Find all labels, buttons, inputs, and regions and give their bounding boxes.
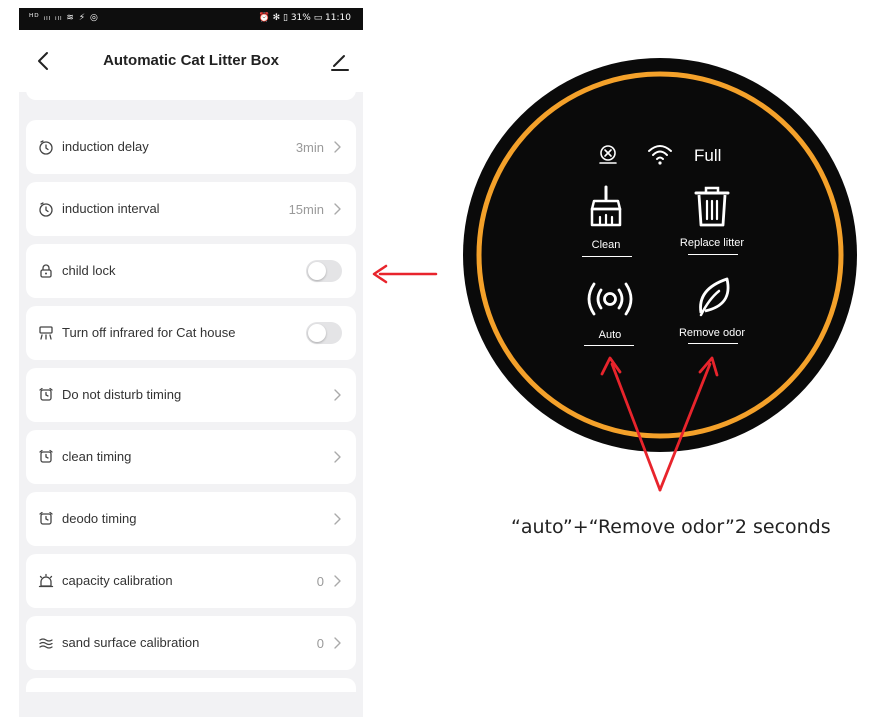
- setting-label: sand surface calibration: [62, 635, 200, 650]
- partial-card-top: [26, 84, 356, 100]
- setting-value: 15min: [288, 202, 324, 217]
- bell-icon: [38, 573, 54, 588]
- setting-label: capacity calibration: [62, 573, 173, 588]
- partial-card-bottom: [26, 678, 356, 692]
- infrared-icon: [39, 326, 53, 340]
- clean-underline: [582, 256, 632, 257]
- instruction-caption: “auto”+“Remove odor”2 seconds: [511, 516, 831, 538]
- setting-value: 0: [316, 636, 324, 651]
- chevron-right-icon: [334, 513, 341, 525]
- setting-label: child lock: [62, 263, 116, 278]
- toggle-knob: [308, 262, 326, 280]
- phone-screen: ᴴᴰ ᵢₗₗ ᵢₗₗ ≋ ⚡ ◎ ⏰ ✻ ▯ 31% ▭ 11:10 Autom…: [19, 8, 363, 717]
- signal-icon: [587, 282, 633, 316]
- trash-icon: [694, 186, 730, 227]
- setting-label: Turn off infrared for Cat house: [62, 325, 236, 340]
- status-bar-left: ᴴᴰ ᵢₗₗ ᵢₗₗ ≋ ⚡ ◎: [29, 13, 99, 23]
- alarm-icon: [39, 449, 53, 463]
- nav-bar: Automatic Cat Litter Box: [19, 30, 363, 92]
- edit-icon[interactable]: [327, 48, 353, 74]
- chevron-right-icon: [334, 637, 341, 649]
- chevron-right-icon: [334, 575, 341, 587]
- broom-icon: [590, 185, 622, 227]
- setting-label: Do not disturb timing: [62, 387, 182, 402]
- setting-value: 0: [316, 574, 324, 589]
- child-lock-toggle[interactable]: [306, 260, 342, 282]
- clock-icon: [39, 140, 53, 155]
- chevron-right-icon: [334, 451, 341, 463]
- setting-label: deodo timing: [62, 511, 137, 526]
- setting-row-clean-timing[interactable]: clean timing: [26, 430, 356, 484]
- setting-row-capacity-calibration[interactable]: capacity calibration 0: [26, 554, 356, 608]
- leaf-icon: [699, 277, 730, 317]
- callout-arrows: [600, 356, 719, 492]
- auto-label: Auto: [598, 329, 622, 341]
- setting-label: clean timing: [62, 449, 132, 464]
- wifi-icon: [648, 145, 672, 165]
- status-bar-right: ⏰ ✻ ▯ 31% ▭ 11:10: [258, 13, 351, 23]
- setting-row-do-not-disturb[interactable]: Do not disturb timing: [26, 368, 356, 422]
- waves-icon: [39, 638, 53, 649]
- chevron-right-icon: [334, 141, 341, 153]
- chevron-right-icon: [334, 203, 341, 215]
- infrared-toggle[interactable]: [306, 322, 342, 344]
- setting-value: 3min: [295, 140, 324, 155]
- setting-row-induction-interval[interactable]: induction interval 15min: [26, 182, 356, 236]
- robot-status-icon: [599, 145, 617, 164]
- page-title: Automatic Cat Litter Box: [103, 52, 279, 69]
- replace-litter-label: Replace litter: [679, 237, 745, 249]
- toggle-knob: [308, 324, 326, 342]
- setting-row-induction-delay[interactable]: induction delay 3min: [26, 120, 356, 174]
- clock-icon: [39, 202, 53, 217]
- chevron-right-icon: [334, 389, 341, 401]
- setting-row-deodo-timing[interactable]: deodo timing: [26, 492, 356, 546]
- setting-label: induction delay: [62, 139, 149, 154]
- lock-icon: [40, 264, 52, 278]
- setting-row-sand-surface-calibration[interactable]: sand surface calibration 0: [26, 616, 356, 670]
- setting-row-infrared: Turn off infrared for Cat house: [26, 306, 356, 360]
- auto-underline: [584, 345, 634, 346]
- replace-litter-underline: [688, 254, 738, 255]
- alarm-icon: [39, 511, 53, 525]
- setting-label: induction interval: [62, 201, 160, 216]
- remove-odor-label: Remove odor: [678, 327, 746, 339]
- status-bar: ᴴᴰ ᵢₗₗ ᵢₗₗ ≋ ⚡ ◎ ⏰ ✻ ▯ 31% ▭ 11:10: [19, 8, 363, 30]
- clean-label: Clean: [591, 239, 621, 251]
- alarm-icon: [39, 387, 53, 401]
- pointer-arrow: [372, 264, 438, 284]
- setting-row-child-lock: child lock: [26, 244, 356, 298]
- status-full-text: Full: [694, 146, 722, 165]
- remove-odor-underline: [688, 343, 738, 344]
